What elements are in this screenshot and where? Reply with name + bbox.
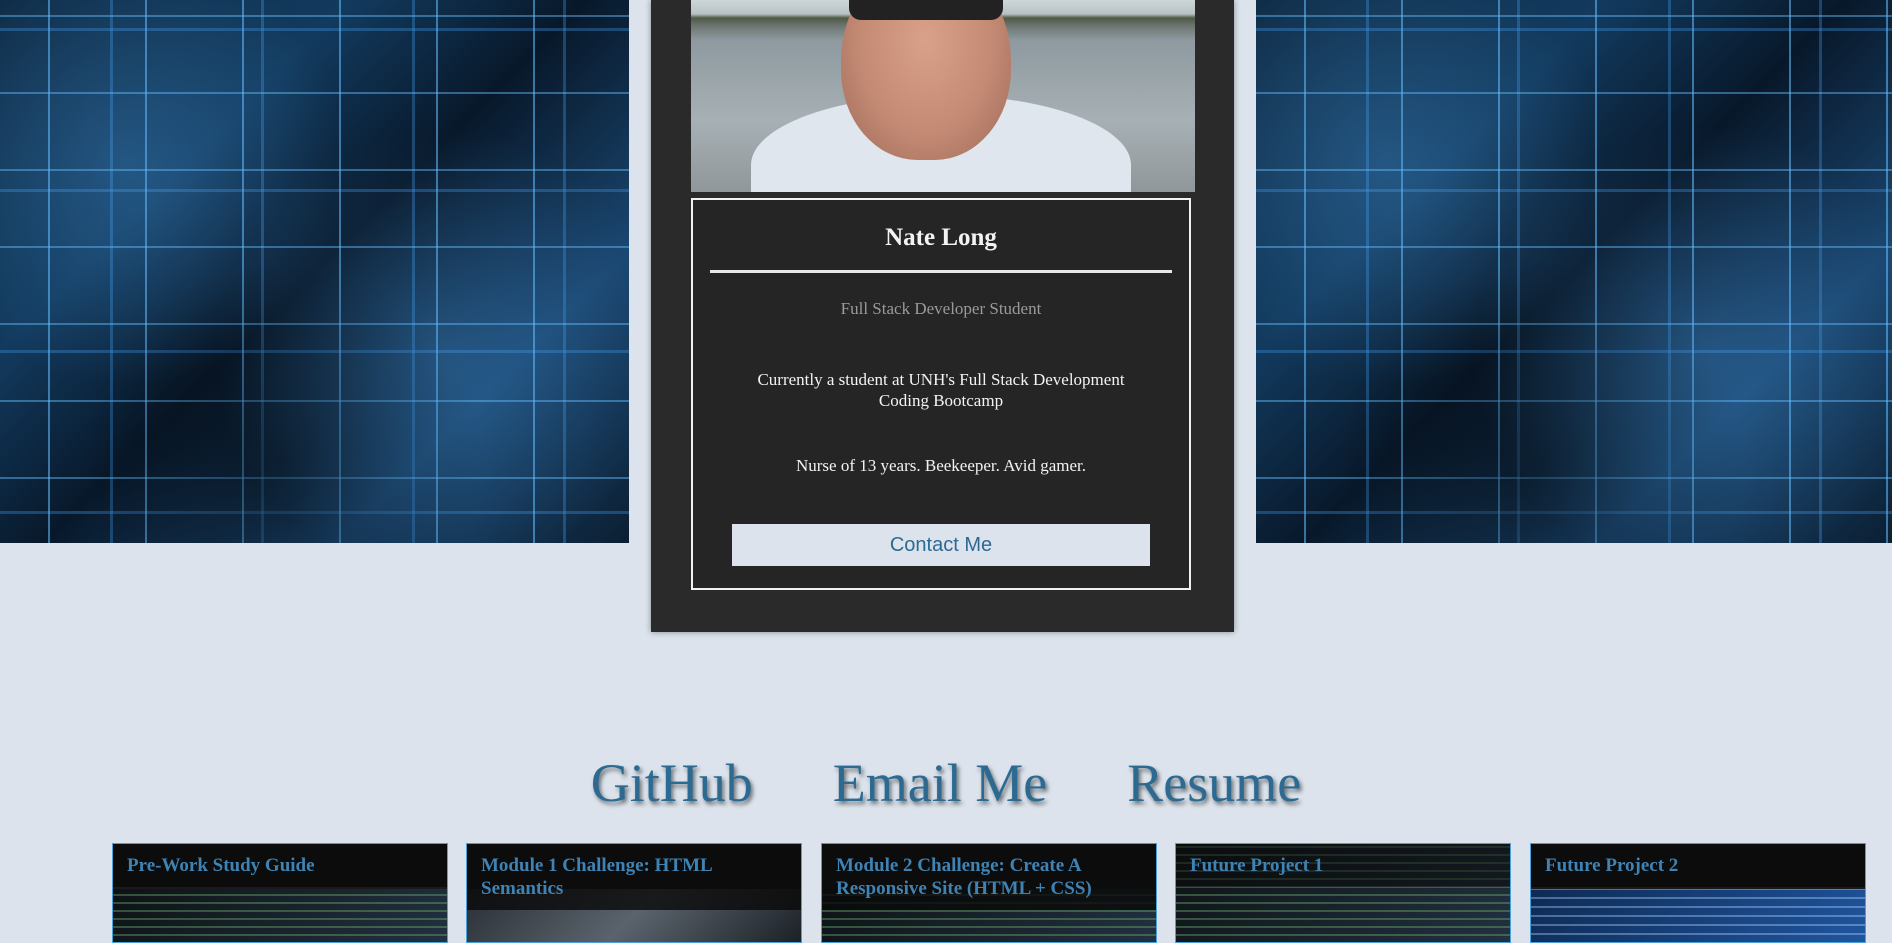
- project-thumbnail: [113, 889, 447, 942]
- profile-about: Currently a student at UNH's Full Stack …: [757, 370, 1125, 410]
- name-divider: [710, 270, 1172, 273]
- project-thumbnail: [1531, 889, 1865, 942]
- profile-card: Nate Long Full Stack Developer Student C…: [651, 0, 1234, 632]
- project-card-module-1[interactable]: Module 1 Challenge: HTML Semantics: [466, 843, 802, 943]
- project-title: Module 2 Challenge: Create A Responsive …: [822, 844, 1156, 910]
- project-title: Module 1 Challenge: HTML Semantics: [467, 844, 801, 910]
- circuit-glow-left: [0, 0, 629, 543]
- profile-info: Nate Long Full Stack Developer Student C…: [691, 198, 1191, 590]
- photo-sunglasses: [849, 0, 1003, 20]
- project-title: Pre-Work Study Guide: [113, 844, 447, 887]
- project-title: Future Project 1: [1176, 844, 1510, 887]
- circuit-background-left: [0, 0, 629, 543]
- circuit-glow-right: [1256, 0, 1892, 543]
- project-card-module-2[interactable]: Module 2 Challenge: Create A Responsive …: [821, 843, 1157, 943]
- project-card-future-2[interactable]: Future Project 2: [1530, 843, 1866, 943]
- project-title: Future Project 2: [1531, 844, 1865, 887]
- project-card-future-1[interactable]: Future Project 1: [1175, 843, 1511, 943]
- profile-name: Nate Long: [885, 224, 997, 251]
- email-me-link[interactable]: Email Me: [833, 752, 1047, 814]
- social-links: GitHub Email Me Resume: [0, 752, 1892, 814]
- resume-link[interactable]: Resume: [1127, 752, 1301, 814]
- circuit-background-right: [1256, 0, 1892, 543]
- project-card-prework[interactable]: Pre-Work Study Guide: [112, 843, 448, 943]
- github-link[interactable]: GitHub: [591, 752, 753, 814]
- photo-face: [841, 0, 1011, 160]
- contact-me-button[interactable]: Contact Me: [732, 524, 1150, 566]
- profile-hobbies: Nurse of 13 years. Beekeeper. Avid gamer…: [795, 456, 1086, 475]
- profile-photo: [691, 0, 1195, 192]
- profile-role: Full Stack Developer Student: [840, 299, 1042, 318]
